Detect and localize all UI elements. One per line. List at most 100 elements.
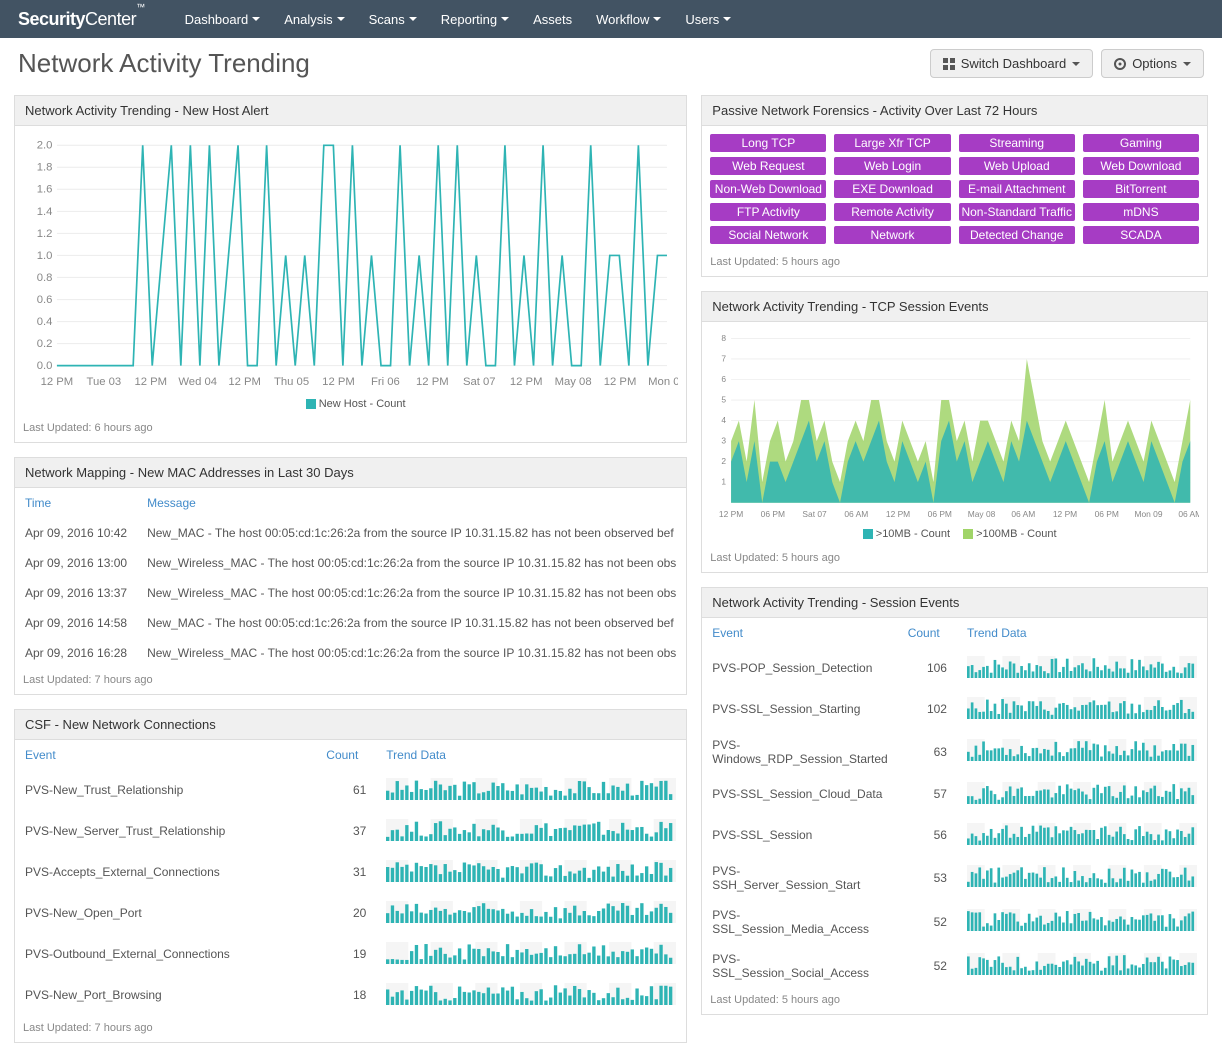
- tag-e-mail-attachment[interactable]: E-mail Attachment: [959, 180, 1075, 198]
- tag-web-login[interactable]: Web Login: [834, 157, 950, 175]
- sub-header: Network Activity Trending Switch Dashboa…: [0, 38, 1222, 95]
- table-row[interactable]: Apr 09, 2016 14:58New_MAC - The host 00:…: [15, 608, 686, 638]
- last-updated: Last Updated: 5 hours ago: [702, 250, 1207, 276]
- table-row[interactable]: Apr 09, 2016 13:00New_Wireless_MAC - The…: [15, 548, 686, 578]
- page-title: Network Activity Trending: [18, 48, 310, 79]
- tag-bittorrent[interactable]: BitTorrent: [1083, 180, 1199, 198]
- tag-ftp-activity[interactable]: FTP Activity: [710, 203, 826, 221]
- nav-reporting[interactable]: Reporting: [441, 12, 509, 27]
- options-button[interactable]: Options: [1101, 49, 1204, 78]
- tag-web-download[interactable]: Web Download: [1083, 157, 1199, 175]
- tag-network[interactable]: Network: [834, 226, 950, 244]
- table-header: Trend Data: [957, 618, 1207, 648]
- panel-title: Network Activity Trending - Session Even…: [702, 588, 1207, 618]
- svg-text:0.0: 0.0: [37, 360, 53, 372]
- tag-streaming[interactable]: Streaming: [959, 134, 1075, 152]
- gear-icon: [1114, 58, 1126, 70]
- table-row[interactable]: PVS-New_Open_Port20: [15, 893, 686, 934]
- table-row[interactable]: PVS-Accepts_External_Connections31: [15, 852, 686, 893]
- tcp-session-chart: 1234567812 PM06 PMSat 0706 AM12 PM06 PMM…: [710, 330, 1199, 524]
- table-row[interactable]: Apr 09, 2016 16:28New_Wireless_MAC - The…: [15, 638, 686, 668]
- table-header: Event: [15, 740, 316, 770]
- svg-text:Thu 05: Thu 05: [274, 376, 309, 388]
- table-row[interactable]: PVS-Outbound_External_Connections19: [15, 934, 686, 975]
- svg-text:2: 2: [722, 456, 727, 466]
- main-nav: SecurityCenter™ Dashboard Analysis Scans…: [0, 0, 1222, 38]
- svg-text:12 PM: 12 PM: [322, 376, 355, 388]
- chart-legend: >10MB - Count >100MB - Count: [710, 524, 1199, 544]
- tag-social-network[interactable]: Social Network: [710, 226, 826, 244]
- tag-web-upload[interactable]: Web Upload: [959, 157, 1075, 175]
- grid-icon: [943, 58, 955, 70]
- svg-text:12 PM: 12 PM: [719, 509, 743, 519]
- table-row[interactable]: PVS-New_Port_Browsing18: [15, 975, 686, 1016]
- last-updated: Last Updated: 7 hours ago: [15, 668, 686, 694]
- table-row[interactable]: PVS-SSL_Session_Social_Access52: [702, 944, 1207, 988]
- tag-remote-activity[interactable]: Remote Activity: [834, 203, 950, 221]
- svg-text:0.6: 0.6: [37, 294, 53, 306]
- new-host-chart: 0.00.20.40.60.81.01.21.41.61.82.012 PMTu…: [23, 134, 678, 394]
- panel-session-events: Network Activity Trending - Session Even…: [701, 587, 1208, 1015]
- panel-tcp-sessions: Network Activity Trending - TCP Session …: [701, 291, 1208, 573]
- svg-text:May 08: May 08: [555, 376, 592, 388]
- svg-text:1.2: 1.2: [37, 228, 53, 240]
- panel-title: Passive Network Forensics - Activity Ove…: [702, 96, 1207, 126]
- tag-gaming[interactable]: Gaming: [1083, 134, 1199, 152]
- svg-text:06 PM: 06 PM: [761, 509, 785, 519]
- table-row[interactable]: PVS-New_Server_Trust_Relationship37: [15, 811, 686, 852]
- tag-detected-change[interactable]: Detected Change: [959, 226, 1075, 244]
- table-header: Message: [137, 488, 686, 518]
- tag-exe-download[interactable]: EXE Download: [834, 180, 950, 198]
- svg-text:1: 1: [722, 477, 727, 487]
- svg-text:0.8: 0.8: [37, 272, 53, 284]
- table-row[interactable]: Apr 09, 2016 10:42New_MAC - The host 00:…: [15, 518, 686, 548]
- svg-text:06 AM: 06 AM: [1179, 509, 1199, 519]
- svg-text:May 08: May 08: [968, 509, 996, 519]
- panel-title: Network Activity Trending - TCP Session …: [702, 292, 1207, 322]
- table-row[interactable]: PVS-SSL_Session_Media_Access52: [702, 900, 1207, 944]
- svg-text:12 PM: 12 PM: [228, 376, 261, 388]
- table-row[interactable]: PVS-SSH_Server_Session_Start53: [702, 856, 1207, 900]
- svg-text:6: 6: [722, 374, 727, 384]
- nav-users[interactable]: Users: [685, 12, 731, 27]
- tag-scada[interactable]: SCADA: [1083, 226, 1199, 244]
- panel-title: CSF - New Network Connections: [15, 710, 686, 740]
- table-row[interactable]: PVS-New_Trust_Relationship61: [15, 770, 686, 811]
- nav-analysis[interactable]: Analysis: [284, 12, 344, 27]
- svg-text:06 AM: 06 AM: [845, 509, 869, 519]
- svg-text:Mon 09: Mon 09: [648, 376, 678, 388]
- nav-workflow[interactable]: Workflow: [596, 12, 661, 27]
- svg-text:12 PM: 12 PM: [1053, 509, 1077, 519]
- panel-title: Network Activity Trending - New Host Ale…: [15, 96, 686, 126]
- svg-text:5: 5: [722, 395, 727, 405]
- tag-long-tcp[interactable]: Long TCP: [710, 134, 826, 152]
- table-row[interactable]: Apr 09, 2016 13:37New_Wireless_MAC - The…: [15, 578, 686, 608]
- tag-large-xfr-tcp[interactable]: Large Xfr TCP: [834, 134, 950, 152]
- chevron-down-icon: [1183, 62, 1191, 66]
- nav-assets[interactable]: Assets: [533, 12, 572, 27]
- table-row[interactable]: PVS-SSL_Session_Starting102: [702, 689, 1207, 730]
- table-row[interactable]: PVS-POP_Session_Detection106: [702, 648, 1207, 689]
- svg-text:12 PM: 12 PM: [604, 376, 637, 388]
- nav-scans[interactable]: Scans: [369, 12, 417, 27]
- svg-text:1.4: 1.4: [37, 206, 53, 218]
- tag-web-request[interactable]: Web Request: [710, 157, 826, 175]
- last-updated: Last Updated: 7 hours ago: [15, 1016, 686, 1042]
- chevron-down-icon: [252, 17, 260, 21]
- csf-table: EventCountTrend DataPVS-New_Trust_Relati…: [15, 740, 686, 1016]
- nav-dashboard[interactable]: Dashboard: [185, 12, 261, 27]
- svg-text:Wed 04: Wed 04: [178, 376, 217, 388]
- switch-dashboard-button[interactable]: Switch Dashboard: [930, 49, 1094, 78]
- table-header: Event: [702, 618, 897, 648]
- svg-text:12 PM: 12 PM: [416, 376, 449, 388]
- session-table: EventCountTrend DataPVS-POP_Session_Dete…: [702, 618, 1207, 988]
- tag-mdns[interactable]: mDNS: [1083, 203, 1199, 221]
- table-row[interactable]: PVS-SSL_Session56: [702, 815, 1207, 856]
- table-row[interactable]: PVS-SSL_Session_Cloud_Data57: [702, 774, 1207, 815]
- svg-text:3: 3: [722, 436, 727, 446]
- tag-non-standard-traffic[interactable]: Non-Standard Traffic: [959, 203, 1075, 221]
- tag-non-web-download[interactable]: Non-Web Download: [710, 180, 826, 198]
- table-row[interactable]: PVS-Windows_RDP_Session_Started63: [702, 730, 1207, 774]
- panel-new-host-alert: Network Activity Trending - New Host Ale…: [14, 95, 687, 443]
- svg-text:7: 7: [722, 353, 727, 363]
